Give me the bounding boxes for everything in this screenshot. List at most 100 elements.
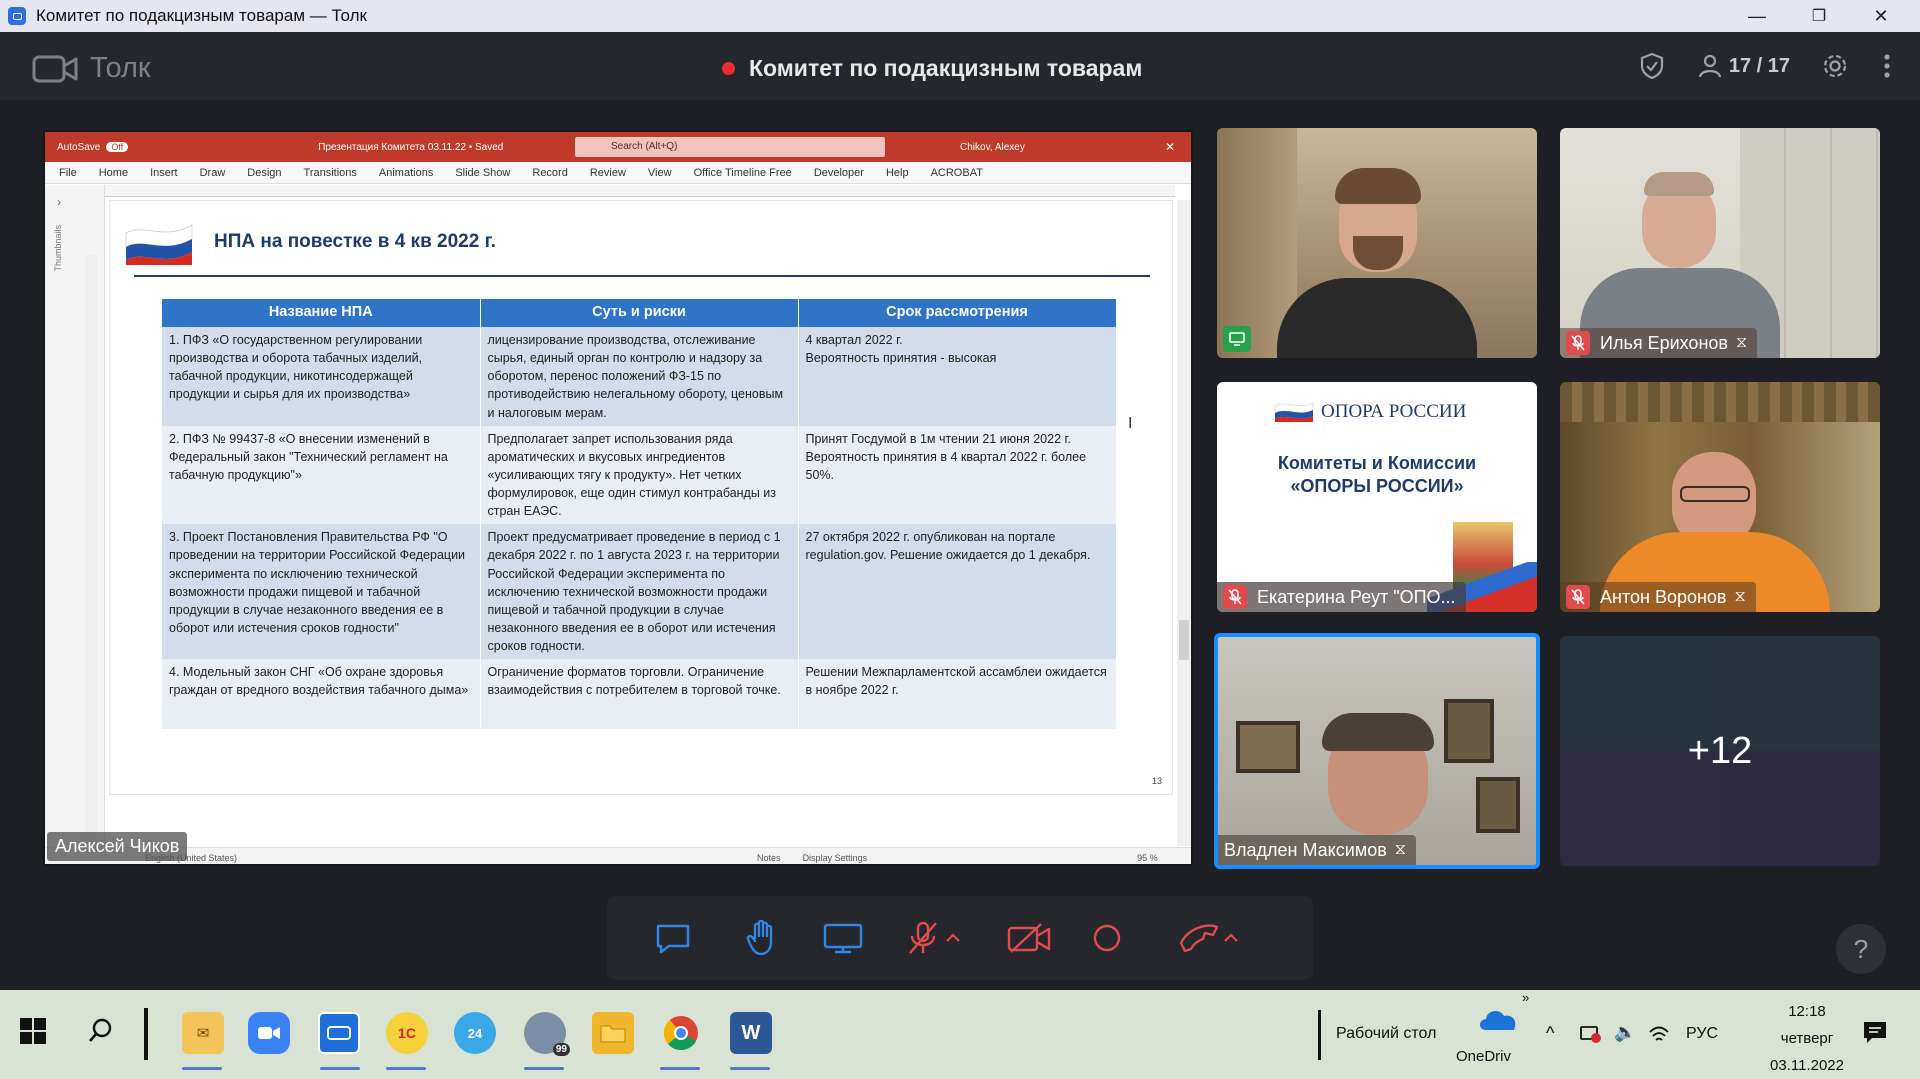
npa-term-cell: 4 квартал 2022 г. Вероятность принятия -…	[798, 327, 1117, 426]
minimize-button[interactable]: —	[1726, 0, 1788, 32]
help-button[interactable]: ?	[1836, 924, 1886, 974]
video-tile[interactable]: ОПОРА РОССИИ Комитеты и Комиссии «ОПОРЫ …	[1217, 382, 1537, 612]
taskbar-active-indicator	[386, 1067, 426, 1070]
ppt-search-box[interactable]: Search (Alt+Q)	[575, 137, 885, 157]
video-tile-active-speaker[interactable]: Владлен Максимов ⧖	[1214, 633, 1540, 869]
messenger-app-icon[interactable]: 99	[524, 1012, 570, 1056]
npa-name-cell: 1. ПФЗ «О государственном регулировании …	[162, 327, 481, 426]
chat-button[interactable]	[651, 916, 695, 960]
tolk-app-icon[interactable]	[318, 1012, 360, 1054]
bitrix24-app-icon[interactable]: 24	[454, 1012, 496, 1054]
mic-options-chevron-icon[interactable]	[941, 916, 965, 960]
ribbon-tab[interactable]: Design	[247, 167, 281, 179]
opora-logo-text: ОПОРА РОССИИ	[1321, 401, 1467, 422]
file-explorer-icon[interactable]	[592, 1012, 634, 1054]
taskbar-app-icon[interactable]: ✉	[182, 1012, 224, 1054]
wifi-icon[interactable]	[1648, 1024, 1670, 1049]
record-button[interactable]	[1085, 916, 1129, 960]
search-icon[interactable]	[88, 1018, 114, 1049]
word-app-icon[interactable]: W	[730, 1012, 772, 1054]
chevron-right-icon[interactable]: »	[1522, 990, 1529, 1005]
scrollbar-thumb[interactable]	[1179, 620, 1189, 660]
tray-expand-chevron-icon[interactable]: ^	[1546, 1023, 1554, 1044]
wall-picture	[1236, 721, 1300, 773]
ribbon-tab[interactable]: Home	[99, 167, 128, 179]
hourglass-icon: ⧖	[1735, 334, 1748, 351]
ribbon-tab[interactable]: Insert	[150, 167, 178, 179]
expand-chevron-icon[interactable]: ›	[57, 195, 61, 209]
curtain-background	[1560, 382, 1880, 422]
video-tile[interactable]: Илья Ерихонов ⧖	[1560, 128, 1880, 358]
ppt-close-icon[interactable]: ✕	[1165, 140, 1175, 154]
display-settings-button[interactable]: Display Settings	[803, 853, 868, 863]
security-shield-icon[interactable]	[1637, 51, 1667, 81]
hangup-options-chevron-icon[interactable]	[1219, 916, 1243, 960]
chrome-browser-icon[interactable]	[660, 1012, 702, 1054]
taskbar-active-indicator	[524, 1067, 564, 1070]
more-participants-tile[interactable]: +12	[1560, 636, 1880, 866]
screen-icon	[823, 923, 863, 954]
ribbon-tab[interactable]: Review	[590, 167, 626, 179]
hang-up-button[interactable]	[1177, 916, 1221, 960]
taskbar-divider	[1318, 1010, 1321, 1060]
notifications-icon[interactable]	[1862, 1020, 1888, 1049]
ribbon-tab[interactable]: Slide Show	[455, 167, 510, 179]
hand-icon	[746, 920, 773, 956]
windows-start-icon[interactable]	[20, 1018, 46, 1049]
settings-gear-icon[interactable]	[1820, 51, 1850, 81]
ribbon-tab[interactable]: File	[59, 167, 77, 179]
clock-time: 12:18	[1788, 1003, 1826, 1020]
screen-share[interactable]: AutoSave Off Презентация Комитета 03.11.…	[43, 130, 1193, 866]
ppt-user-name: Chikov, Alexey	[960, 141, 1025, 153]
russian-flag-logo-icon	[125, 224, 193, 265]
vertical-scrollbar[interactable]	[1177, 200, 1191, 846]
ribbon-tab[interactable]: Help	[886, 167, 909, 179]
1c-app-icon[interactable]: 1С	[386, 1012, 428, 1054]
zoom-app-icon[interactable]	[248, 1012, 290, 1054]
onedrive-cloud-icon[interactable]	[1476, 1004, 1520, 1037]
ribbon-tab[interactable]: ACROBAT	[931, 167, 983, 179]
video-tile[interactable]: Антон Воронов ⧖	[1560, 382, 1880, 612]
ribbon-tab[interactable]: View	[648, 167, 672, 179]
ribbon-tab[interactable]: Record	[532, 167, 567, 179]
hourglass-icon: ⧖	[1394, 841, 1406, 858]
notes-button[interactable]: Notes	[757, 853, 781, 863]
vertical-ruler	[85, 255, 97, 855]
ribbon-tab[interactable]: Animations	[379, 167, 433, 179]
app-header: Толк Комитет по подакцизным товарам 17 /…	[0, 32, 1920, 100]
horizontal-ruler	[105, 185, 1175, 197]
ribbon-tab[interactable]: Transitions	[304, 167, 357, 179]
record-icon	[1093, 924, 1121, 952]
close-button[interactable]: ✕	[1850, 0, 1912, 32]
meeting-title-area: Комитет по подакцизным товарам	[722, 55, 1142, 82]
share-screen-button[interactable]	[821, 916, 865, 960]
network-alert-icon[interactable]	[1580, 1024, 1602, 1049]
brand-name: Толк	[90, 52, 151, 84]
hourglass-icon: ⧖	[1734, 588, 1746, 605]
slide-canvas: НПА на повестке в 4 кв 2022 г. Название …	[109, 200, 1173, 795]
ribbon-tab[interactable]: Developer	[814, 167, 864, 179]
ribbon-tab[interactable]: Office Timeline Free	[694, 167, 792, 179]
more-menu-icon[interactable]	[1872, 51, 1902, 81]
ribbon-tab[interactable]: Draw	[200, 167, 226, 179]
camera-toggle-button[interactable]	[1007, 916, 1051, 960]
phone-hangup-icon	[1179, 924, 1219, 953]
mic-muted-icon	[1566, 585, 1590, 609]
zoom-level: 95 %	[1137, 853, 1158, 863]
keyboard-language[interactable]: РУС	[1686, 1025, 1718, 1043]
wall-picture	[1444, 699, 1494, 763]
volume-icon[interactable]: 🔈	[1614, 1022, 1636, 1043]
clock[interactable]: 12:18 четверг 03.11.2022	[1752, 998, 1862, 1079]
meeting-title: Комитет по подакцизным товарам	[749, 55, 1143, 81]
raise-hand-button[interactable]	[741, 916, 785, 960]
microphone-toggle-button[interactable]	[901, 916, 945, 960]
mic-off-icon	[909, 921, 937, 954]
participants-button[interactable]: 17 / 17	[1697, 53, 1790, 79]
mic-muted-icon	[1566, 331, 1590, 355]
desktop-toolbar-label[interactable]: Рабочий стол	[1336, 1025, 1436, 1043]
video-tile[interactable]	[1217, 128, 1537, 358]
maximize-button[interactable]: ❐	[1788, 0, 1850, 32]
ppt-ribbon-tabs: File Home Insert Draw Design Transitions…	[45, 162, 1191, 184]
participants-icon	[1698, 54, 1721, 78]
autosave-toggle[interactable]: Off	[106, 142, 129, 152]
